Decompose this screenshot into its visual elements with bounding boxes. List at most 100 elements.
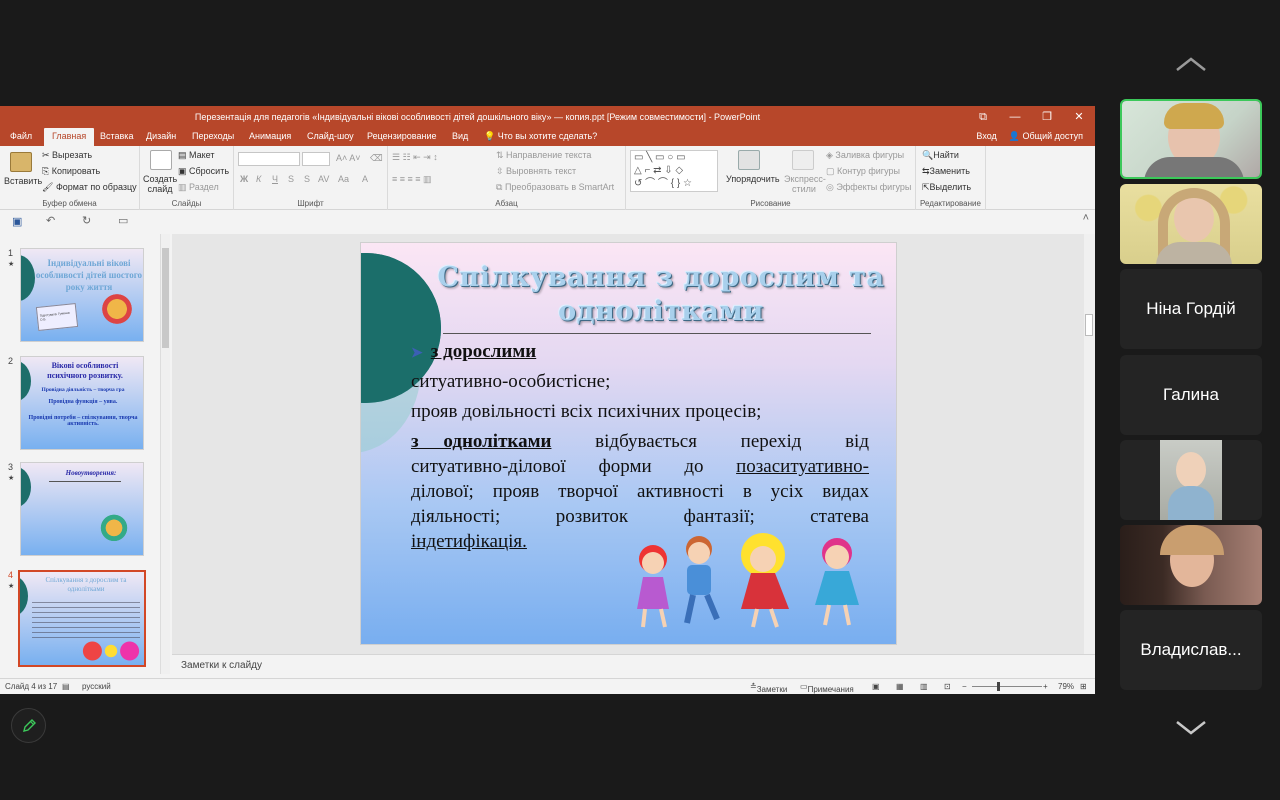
person-icon: 👤 — [1008, 131, 1021, 141]
participant-tile-7[interactable]: Владислав... — [1120, 610, 1262, 690]
tab-home[interactable]: Главная — [44, 128, 95, 146]
current-slide[interactable]: Спілкування з дорослим та однолітками ➤ з… — [360, 242, 897, 645]
font-grow-icon[interactable]: A˄ A˅ — [336, 153, 361, 163]
chevron-down-icon[interactable] — [1175, 720, 1207, 741]
zoom-out-button[interactable]: − — [962, 682, 967, 691]
share-button[interactable]: 👤 Общий доступ — [1009, 131, 1083, 142]
notes-pane[interactable]: Заметки к слайду — [172, 654, 1095, 678]
participant-tile-4[interactable]: Галина — [1120, 355, 1262, 435]
section-button[interactable]: ▥ Раздел — [178, 182, 219, 193]
zoom-in-button[interactable]: + — [1043, 682, 1048, 691]
slide-thumbnail-2[interactable]: Вікові особливості психічного розвитку. … — [20, 356, 144, 450]
slideshow-view-icon[interactable]: ⊡ — [944, 682, 951, 691]
tab-slideshow[interactable]: Слайд-шоу — [307, 131, 354, 141]
collapse-ribbon-icon[interactable]: ˄ — [1083, 212, 1089, 224]
select-button[interactable]: ⇱Выделить — [922, 182, 971, 193]
scroll-thumb[interactable] — [162, 248, 169, 348]
text-direction-button[interactable]: ⇅ Направление текста — [496, 150, 591, 161]
align-icons[interactable]: ≡ ≡ ≡ ≡ ▥ — [392, 174, 432, 185]
shadow-icon[interactable]: S — [304, 174, 310, 184]
ribbon-display-button[interactable]: ⧉ — [967, 106, 999, 128]
word: активності — [636, 481, 724, 502]
align-text-button[interactable]: ⇳ Выровнять текст — [496, 166, 576, 177]
participant-tile-1[interactable] — [1120, 99, 1262, 179]
participant-tile-6[interactable] — [1120, 525, 1262, 605]
zoom-level[interactable]: 79% — [1058, 682, 1074, 691]
case-button[interactable]: Aa — [338, 174, 349, 184]
language-label[interactable]: русский — [82, 682, 111, 691]
participant-tile-5[interactable] — [1120, 440, 1262, 520]
slide-number: 3 — [8, 462, 14, 472]
redo-icon[interactable]: ↻ — [82, 214, 91, 227]
tab-transitions[interactable]: Переходы — [192, 131, 234, 141]
tab-insert[interactable]: Вставка — [100, 131, 133, 141]
zoom-slider-thumb[interactable] — [997, 682, 1000, 691]
spacing-icon[interactable]: AV — [318, 174, 329, 184]
save-icon[interactable]: ▣ — [12, 215, 22, 228]
minimize-button[interactable]: — — [999, 106, 1031, 128]
new-slide-icon[interactable] — [150, 150, 172, 170]
undo-icon[interactable]: ↶ — [46, 214, 55, 227]
replace-button[interactable]: ⇆Заменить — [922, 166, 970, 177]
tab-file[interactable]: Файл — [10, 131, 32, 141]
paste-icon[interactable] — [10, 152, 32, 172]
slide-thumbnail-4[interactable]: Спілкування з дорослим та однолітками — [18, 570, 146, 667]
signin-link[interactable]: Вход — [976, 131, 996, 142]
spellcheck-icon[interactable]: ▤ — [62, 682, 70, 691]
participant-tile-2[interactable] — [1120, 184, 1262, 264]
tab-animation[interactable]: Анимация — [249, 131, 291, 141]
quick-styles-button[interactable]: Экспресс-стили — [784, 174, 826, 194]
reset-button[interactable]: ▣ Сбросить — [178, 166, 229, 177]
format-painter-button[interactable]: 🖌 Формат по образцу — [42, 182, 137, 193]
slide-thumbnail-1[interactable]: Індивідуальні вікові особливості дітей ш… — [20, 248, 144, 342]
scroll-thumb[interactable] — [1085, 314, 1093, 336]
slide-number: 1 — [8, 248, 14, 258]
tab-design[interactable]: Дизайн — [146, 131, 176, 141]
find-button[interactable]: 🔍Найти — [922, 150, 959, 161]
italic-button[interactable]: К — [256, 174, 261, 184]
clear-format-icon[interactable]: ⌫ — [370, 153, 383, 164]
fit-slide-icon[interactable]: ⊞ — [1080, 682, 1087, 691]
notes-toggle[interactable]: ≛ Заметки — [750, 682, 787, 694]
thumbnails-scrollbar[interactable] — [160, 234, 170, 674]
font-name-box[interactable] — [238, 152, 300, 166]
strike-button[interactable]: S — [288, 174, 294, 184]
tab-review[interactable]: Рецензирование — [367, 131, 437, 141]
new-slide-button[interactable]: Создать слайд — [143, 174, 177, 194]
layout-button[interactable]: ▤ Макет — [178, 150, 215, 161]
shape-fill-button[interactable]: ◈ Заливка фигуры — [826, 150, 904, 161]
font-size-box[interactable] — [302, 152, 330, 166]
slide-scrollbar[interactable] — [1084, 234, 1095, 654]
animation-star-icon: ★ — [8, 583, 15, 590]
start-slideshow-icon[interactable]: ▭ — [118, 214, 128, 227]
shape-effects-button[interactable]: ◎ Эффекты фигуры — [826, 182, 911, 193]
cut-button[interactable]: ✂ Вырезать — [42, 150, 92, 161]
chevron-up-icon[interactable] — [1175, 52, 1207, 78]
zoom-slider[interactable] — [972, 686, 1042, 687]
tell-me-box[interactable]: 💡 Что вы хотите сделать? — [484, 131, 597, 142]
arrange-icon[interactable] — [738, 150, 760, 170]
word: до — [684, 456, 704, 477]
reading-view-icon[interactable]: ▥ — [920, 682, 928, 691]
tab-view[interactable]: Вид — [452, 131, 468, 141]
shapes-gallery[interactable]: ▭ ╲ ▭ ○ ▭ △ ⌐ ⇄ ⇩ ◇ ↺ ⌒ ⌒ { } ☆ — [630, 150, 718, 192]
close-button[interactable]: ✕ — [1063, 106, 1095, 128]
copy-button[interactable]: ⎘ Копировать — [42, 166, 100, 177]
paste-button[interactable]: Вставить — [4, 176, 42, 186]
comments-toggle[interactable]: ▭ Примечания — [800, 682, 854, 694]
normal-view-icon[interactable]: ▣ — [872, 682, 880, 691]
slide-sorter-icon[interactable]: ▦ — [896, 682, 904, 691]
shape-outline-button[interactable]: ▢ Контур фигуры — [826, 166, 900, 177]
restore-button[interactable]: ❐ — [1031, 106, 1063, 128]
annotate-button[interactable] — [11, 708, 46, 743]
child-2 — [684, 536, 720, 624]
smartart-button[interactable]: ⧉ Преобразовать в SmartArt — [496, 182, 614, 193]
quick-styles-icon[interactable] — [792, 150, 814, 170]
slide-thumbnail-3[interactable]: Новоутворення: — [20, 462, 144, 556]
font-color-icon[interactable]: A — [362, 174, 368, 184]
bold-button[interactable]: Ж — [240, 174, 248, 184]
underline-button[interactable]: Ч — [272, 174, 278, 184]
bullets-icon[interactable]: ☰ ☷ ⇤ ⇥ ↕ — [392, 152, 438, 163]
participant-tile-3[interactable]: Ніна Гордій — [1120, 269, 1262, 349]
arrange-button[interactable]: Упорядочить — [726, 174, 780, 184]
